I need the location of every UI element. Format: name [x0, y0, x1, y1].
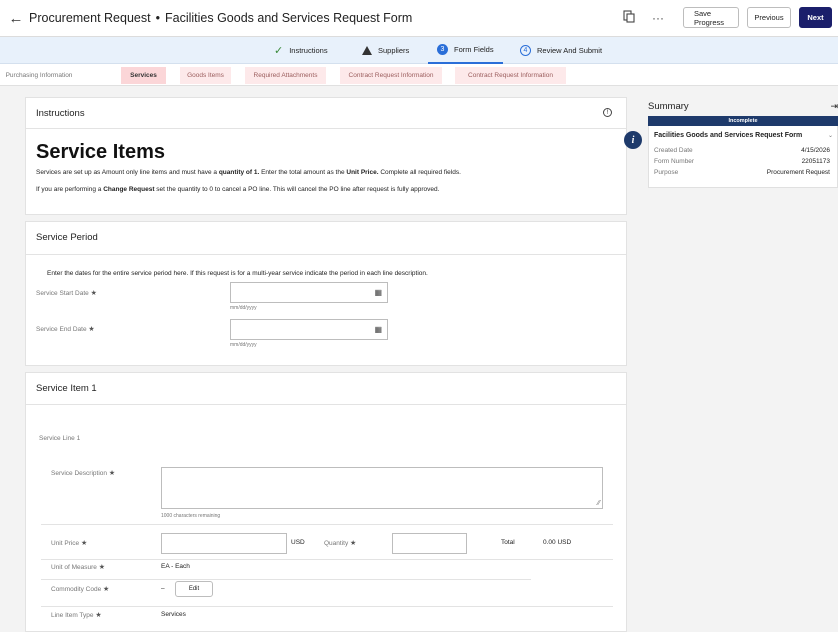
calendar-icon[interactable]: ▦ [374, 325, 382, 334]
date-format-hint: mm/dd/yyyy [230, 342, 257, 348]
request-title: Procurement Request [29, 11, 151, 25]
page-title: Procurement Request • Facilities Goods and… [29, 11, 412, 25]
instructions-text-1: Services are set up as Amount only line … [36, 169, 461, 176]
status-badge: Incomplete [648, 116, 838, 126]
save-progress-button[interactable]: Save Progress [683, 7, 739, 28]
step-number-badge: 4 [520, 45, 531, 56]
service-item-card: Service Item 1 Service Line 1 Service De… [25, 372, 627, 632]
step-instructions[interactable]: ✓ Instructions [274, 37, 328, 64]
next-button[interactable]: Next [799, 7, 832, 28]
step-number-badge: 3 [437, 44, 448, 55]
more-options-icon[interactable]: ··· [647, 11, 669, 25]
total-value: 0.00 USD [543, 539, 572, 546]
form-title: Facilities Goods and Services Request Fo… [164, 11, 413, 25]
help-icon[interactable]: ! [603, 108, 612, 117]
summary-details: Facilities Goods and Services Request Fo… [648, 126, 838, 188]
title-separator: • [155, 11, 160, 25]
row-divider [41, 524, 613, 525]
row-divider [41, 606, 613, 607]
required-star-icon: ★ [95, 612, 102, 619]
service-end-date-input[interactable]: ▦ [230, 319, 388, 340]
service-end-date-label: Service End Date ★ [36, 326, 95, 333]
check-icon: ✓ [274, 45, 284, 57]
required-star-icon: ★ [103, 586, 110, 593]
unit-price-input[interactable] [161, 533, 287, 554]
instructions-heading: Instructions [36, 108, 85, 119]
service-start-date-label: Service Start Date ★ [36, 290, 97, 297]
step-form-fields[interactable]: 3 Form Fields [428, 37, 503, 64]
chevron-down-icon[interactable]: ⌄ [828, 132, 833, 139]
required-star-icon: ★ [108, 470, 116, 477]
date-format-hint: mm/dd/yyyy [230, 305, 257, 311]
service-start-date-input[interactable]: ▦ [230, 282, 388, 303]
required-star-icon: ★ [98, 564, 105, 571]
tab-contract-request-information[interactable]: Contract Request Information [340, 67, 442, 84]
summary-heading: Summary [648, 101, 689, 112]
divider [26, 254, 626, 255]
service-description-label: Service Description ★ [51, 470, 116, 477]
step-label: Suppliers [378, 46, 410, 55]
top-bar: ← Procurement Request • Facilities Goods a… [0, 0, 838, 37]
summary-row-created-date: Created Date 4/15/2026 [654, 147, 830, 154]
instructions-card: Instructions ! Service Items Services ar… [25, 97, 627, 215]
step-label: Review And Submit [537, 46, 603, 55]
service-description-textarea[interactable]: ⁄⁄ [161, 467, 603, 509]
summary-row-form-number: Form Number 22051173 [654, 158, 830, 165]
required-star-icon: ★ [81, 540, 88, 547]
step-label: Form Fields [454, 45, 494, 54]
divider [26, 404, 626, 405]
required-star-icon: ★ [90, 290, 97, 297]
warning-icon [362, 46, 372, 55]
instructions-text-2: If you are performing a Change Request s… [36, 186, 440, 193]
unit-of-measure-value: EA - Each [161, 563, 190, 570]
total-label: Total [501, 539, 515, 546]
previous-button[interactable]: Previous [747, 7, 791, 28]
summary-form-name: Facilities Goods and Services Request Fo… [654, 132, 803, 139]
commodity-code-label: Commodity Code ★ [51, 586, 110, 593]
service-period-note: Enter the dates for the entire service p… [47, 270, 428, 277]
divider [26, 128, 626, 129]
commodity-code-value: – [161, 585, 165, 592]
main-content: Instructions ! Service Items Services ar… [25, 97, 627, 632]
service-item-heading: Service Item 1 [36, 383, 97, 394]
copy-document-icon[interactable] [619, 9, 639, 26]
unit-price-currency: USD [291, 539, 305, 546]
summary-header: Summary ⇥ [648, 101, 838, 112]
step-review-submit[interactable]: 4 Review And Submit [520, 37, 602, 64]
section-tabs: Purchasing Information Services Goods It… [0, 64, 838, 86]
tab-required-attachments[interactable]: Required Attachments [245, 67, 326, 84]
unit-price-label: Unit Price ★ [51, 540, 88, 547]
service-period-heading: Service Period [36, 232, 98, 243]
edit-commodity-button[interactable]: Edit [175, 581, 213, 597]
back-arrow-icon[interactable]: ← [3, 10, 29, 27]
service-items-title: Service Items [36, 141, 165, 163]
row-divider [41, 579, 531, 580]
characters-remaining: 1000 characters remaining [161, 513, 221, 519]
row-divider [41, 559, 613, 560]
unit-of-measure-label: Unit of Measure ★ [51, 564, 105, 571]
step-progress-bar: ✓ Instructions Suppliers 3 Form Fields 4… [0, 37, 838, 64]
required-star-icon: ★ [88, 326, 95, 333]
calendar-icon[interactable]: ▦ [374, 288, 382, 297]
tab-services[interactable]: Services [121, 67, 166, 84]
tab-goods-items[interactable]: Goods Items [180, 67, 231, 84]
summary-row-purpose: Purpose Procurement Request [654, 169, 830, 176]
quantity-label: Quantity ★ [324, 540, 357, 547]
collapse-panel-icon[interactable]: ⇥ [830, 101, 838, 112]
line-item-type-value: Services [161, 611, 186, 618]
required-star-icon: ★ [350, 540, 357, 547]
info-icon[interactable]: i [624, 131, 642, 149]
service-line-label: Service Line 1 [39, 435, 81, 442]
quantity-input[interactable] [392, 533, 467, 554]
resize-handle-icon[interactable]: ⁄⁄ [598, 500, 600, 507]
tab-contract-request-information-2[interactable]: Contract Request Information [455, 67, 566, 84]
summary-panel: Summary ⇥ Incomplete Facilities Goods an… [648, 101, 838, 188]
step-label: Instructions [289, 46, 328, 55]
line-item-type-label: Line Item Type ★ [51, 612, 102, 619]
step-suppliers[interactable]: Suppliers [362, 37, 409, 64]
tab-purchasing-information[interactable]: Purchasing Information [3, 67, 75, 84]
service-period-card: Service Period Enter the dates for the e… [25, 221, 627, 366]
